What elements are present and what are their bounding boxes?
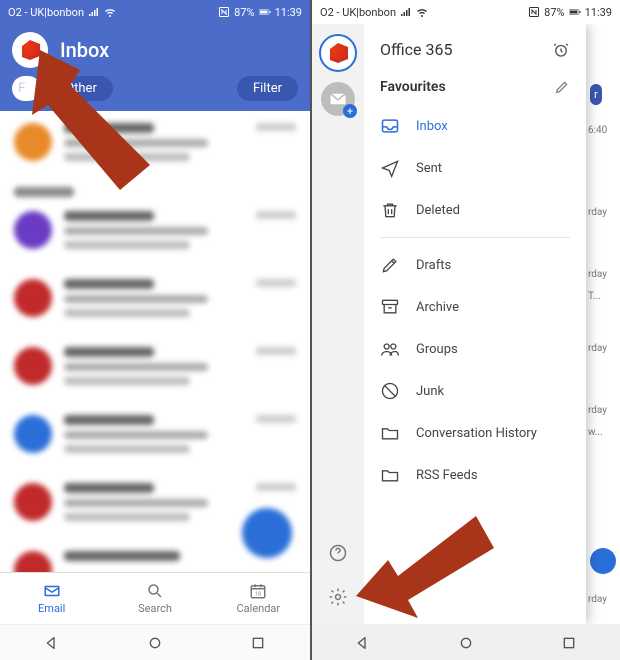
folder-drafts[interactable]: Drafts (364, 244, 586, 286)
system-nav (0, 624, 310, 660)
folder-deleted[interactable]: Deleted (364, 189, 586, 231)
archive-icon (380, 297, 400, 317)
email-list[interactable] (0, 111, 310, 572)
back-icon[interactable] (355, 635, 371, 651)
account-rail: + (312, 24, 364, 624)
list-item[interactable] (0, 335, 310, 403)
folder-inbox[interactable]: Inbox (364, 105, 586, 147)
office-logo-icon (20, 40, 40, 60)
search-icon (145, 582, 165, 600)
home-icon[interactable] (458, 635, 474, 651)
status-bar: O2 - UK|bonbon 87% 11:39 (0, 0, 310, 24)
wifi-icon (104, 6, 116, 18)
calendar-icon: 18 (248, 582, 268, 600)
email-icon (42, 582, 62, 600)
trash-icon (380, 200, 400, 220)
system-nav (312, 624, 620, 660)
nfc-icon (218, 6, 230, 18)
svg-text:18: 18 (255, 592, 261, 598)
signal-icon (88, 6, 100, 18)
inbox-header: O2 - UK|bonbon 87% 11:39 Inbox F Other F… (0, 0, 310, 111)
folder-icon (380, 465, 400, 485)
help-icon (328, 543, 348, 563)
alarm-icon[interactable] (552, 41, 570, 59)
nav-calendar[interactable]: 18 Calendar (207, 573, 310, 624)
filter-button[interactable]: Filter (237, 76, 298, 101)
home-icon[interactable] (147, 635, 163, 651)
bottom-nav: Email Search 18 Calendar (0, 572, 310, 624)
junk-icon (380, 381, 400, 401)
folder-icon (380, 423, 400, 443)
list-item[interactable] (0, 111, 310, 179)
nfc-icon (528, 6, 540, 18)
carrier-label: O2 - UK|bonbon (8, 6, 84, 19)
folder-list: Office 365 Favourites Inbox Sent Deleted (364, 24, 586, 624)
account-name: Office 365 (380, 40, 452, 59)
nav-search[interactable]: Search (103, 573, 206, 624)
back-icon[interactable] (44, 635, 60, 651)
inbox-icon (380, 116, 400, 136)
envelope-icon (329, 92, 347, 106)
time-label: 11:39 (275, 6, 302, 19)
battery-label: 87% (544, 6, 564, 19)
folder-junk[interactable]: Junk (364, 370, 586, 412)
folder-groups[interactable]: Groups (364, 328, 586, 370)
office-logo-icon (328, 43, 348, 63)
filter-button-peek[interactable]: r (590, 84, 602, 105)
compose-fab[interactable] (242, 508, 292, 558)
battery-icon (569, 6, 581, 18)
battery-label: 87% (234, 6, 254, 19)
gear-icon (328, 587, 348, 607)
favourites-label: Favourites (380, 79, 446, 95)
drafts-icon (380, 255, 400, 275)
status-bar: O2 - UK|bonbon 87% 11:39 (312, 0, 620, 24)
phone-left-inbox: O2 - UK|bonbon 87% 11:39 Inbox F Other F… (0, 0, 310, 660)
account-avatar[interactable] (319, 34, 357, 72)
page-title: Inbox (60, 38, 109, 62)
folder-sent[interactable]: Sent (364, 147, 586, 189)
list-item[interactable] (0, 199, 310, 267)
recents-icon[interactable] (250, 635, 266, 651)
list-item[interactable] (0, 403, 310, 471)
tab-focused[interactable]: F (12, 76, 41, 101)
edit-icon[interactable] (554, 79, 570, 95)
compose-fab-peek[interactable] (590, 548, 616, 574)
tab-other[interactable]: Other (49, 76, 113, 101)
sent-icon (380, 158, 400, 178)
recents-icon[interactable] (561, 635, 577, 651)
list-item[interactable] (0, 267, 310, 335)
time-label: 11:39 (585, 6, 612, 19)
account-avatar-button[interactable] (12, 32, 48, 68)
groups-icon (380, 339, 400, 359)
settings-button[interactable] (321, 580, 355, 614)
folder-rss[interactable]: RSS Feeds (364, 454, 586, 496)
inbox-peek: r 6:40 rday rday T... rday rday w... rda… (586, 24, 620, 624)
add-account-button[interactable]: + (321, 82, 355, 116)
nav-email[interactable]: Email (0, 573, 103, 624)
navigation-drawer: + Office 365 Favourites Inbox (312, 24, 586, 624)
phone-right-drawer: O2 - UK|bonbon 87% 11:39 r 6:40 rday rda… (310, 0, 620, 660)
folder-conversation-history[interactable]: Conversation History (364, 412, 586, 454)
battery-icon (259, 6, 271, 18)
signal-icon (400, 6, 412, 18)
carrier-label: O2 - UK|bonbon (320, 6, 396, 19)
help-button[interactable] (321, 536, 355, 570)
folder-archive[interactable]: Archive (364, 286, 586, 328)
wifi-icon (416, 6, 428, 18)
plus-icon: + (343, 104, 357, 118)
